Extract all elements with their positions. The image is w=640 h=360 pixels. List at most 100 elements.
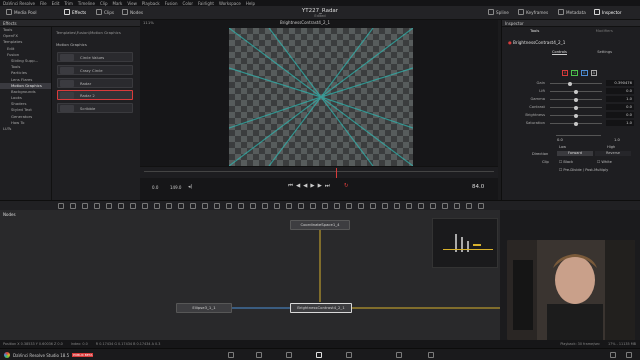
param-value[interactable]: 0.390476 — [606, 80, 634, 86]
template-radar[interactable]: Radar — [57, 78, 133, 88]
direction-forward[interactable]: Forward — [557, 151, 593, 156]
fusion-tool-icon[interactable] — [346, 203, 352, 209]
menu-item[interactable]: Timeline — [78, 1, 95, 6]
menu-item[interactable]: View — [127, 1, 137, 6]
cut-page-icon[interactable] — [256, 352, 262, 358]
fusion-tool-icon[interactable] — [286, 203, 292, 209]
fusion-tool-icon[interactable] — [394, 203, 400, 209]
inspector-button[interactable]: Inspector — [594, 9, 622, 15]
fusion-tool-icon[interactable] — [130, 203, 136, 209]
speaker-icon[interactable]: ◂) — [188, 184, 192, 190]
channel-b[interactable]: B — [581, 70, 588, 76]
node-ellipse[interactable]: Ellipse3_1_1 — [176, 303, 232, 313]
metadata-button[interactable]: Metadata — [558, 9, 586, 15]
template-radar-2[interactable]: Radar 2 — [57, 90, 133, 100]
fairlight-page-icon[interactable] — [396, 352, 402, 358]
node-brightness-contrast[interactable]: BrightnessContrast4_2_1 — [290, 303, 352, 313]
node-navigator[interactable] — [432, 218, 498, 268]
fusion-tool-icon[interactable] — [70, 203, 76, 209]
template-circle-values[interactable]: Circle Values — [57, 52, 133, 62]
fusion-tool-icon[interactable] — [238, 203, 244, 209]
nodes-panel[interactable]: Nodes CoordinateSpace1_4 Ellipse3_1_1 Br… — [0, 210, 500, 340]
fusion-tool-icon[interactable] — [454, 203, 460, 209]
predivide-checkbox[interactable]: ☐ Pre-Divide / Post-Multiply — [559, 168, 608, 172]
fusion-tool-icon[interactable] — [478, 203, 484, 209]
fusion-tool-icon[interactable] — [334, 203, 340, 209]
menu-item[interactable]: Help — [246, 1, 255, 6]
media-pool-button[interactable]: Media Pool — [6, 9, 37, 15]
menu-item[interactable]: Clip — [100, 1, 108, 6]
menu-item[interactable]: Trim — [64, 1, 73, 6]
clip-black-checkbox[interactable]: ☐ Black — [559, 160, 573, 164]
menu-item[interactable]: Fusion — [165, 1, 178, 6]
fusion-tool-icon[interactable] — [418, 203, 424, 209]
fusion-tool-icon[interactable] — [166, 203, 172, 209]
param-slider-knob[interactable] — [574, 97, 578, 102]
zoom-level[interactable]: 111% — [143, 20, 154, 25]
fusion-tool-icon[interactable] — [154, 203, 160, 209]
menu-item[interactable]: Playback — [142, 1, 160, 6]
template-scribble[interactable]: Scribble — [57, 103, 133, 113]
current-frame[interactable]: 84.0 — [472, 184, 484, 190]
viewer-canvas[interactable] — [229, 28, 413, 166]
fusion-tool-icon[interactable] — [370, 203, 376, 209]
keyframes-button[interactable]: Keyframes — [518, 9, 548, 15]
fusion-tool-icon[interactable] — [94, 203, 100, 209]
fusion-tool-icon[interactable] — [298, 203, 304, 209]
tab-modifiers[interactable]: Modifiers — [596, 28, 613, 35]
channel-a[interactable]: A — [590, 70, 597, 76]
menu-item[interactable]: Color — [183, 1, 193, 6]
fusion-tool-icon[interactable] — [118, 203, 124, 209]
fusion-tool-icon[interactable] — [274, 203, 280, 209]
fusion-tool-icon[interactable] — [250, 203, 256, 209]
nodes-button[interactable]: Nodes — [122, 9, 143, 15]
param-value[interactable]: 0.0 — [606, 88, 634, 94]
frame-start[interactable]: 0.0 — [152, 185, 158, 190]
effects-button[interactable]: Effects — [64, 9, 86, 15]
fusion-tool-icon[interactable] — [178, 203, 184, 209]
menu-item[interactable]: Fairlight — [198, 1, 214, 6]
tab-controls[interactable]: Controls — [552, 50, 567, 55]
fusion-tool-icon[interactable] — [406, 203, 412, 209]
tab-settings[interactable]: Settings — [597, 50, 612, 55]
media-page-icon[interactable] — [228, 352, 234, 358]
fusion-tool-icon[interactable] — [310, 203, 316, 209]
clips-button[interactable]: Clips — [96, 9, 114, 15]
direction-reverse[interactable]: Reverse — [595, 151, 631, 156]
color-page-icon[interactable] — [346, 352, 352, 358]
menu-item[interactable]: File — [40, 1, 47, 6]
fusion-tool-icon[interactable] — [358, 203, 364, 209]
playback-controls[interactable]: ⏮◀◀▶▶⏭ — [288, 183, 333, 190]
tree-item[interactable]: LUTs — [0, 126, 51, 132]
channel-r[interactable]: R — [562, 70, 569, 76]
fusion-tool-icon[interactable] — [322, 203, 328, 209]
fusion-tool-icon[interactable] — [466, 203, 472, 209]
fusion-tool-icon[interactable] — [226, 203, 232, 209]
param-slider-knob[interactable] — [574, 89, 578, 94]
node-coordinate-space[interactable]: CoordinateSpace1_4 — [290, 220, 350, 230]
fusion-tool-icon[interactable] — [430, 203, 436, 209]
range-track[interactable] — [556, 135, 601, 136]
param-value[interactable]: 0.0 — [606, 104, 634, 110]
param-slider-knob[interactable] — [568, 81, 573, 86]
deliver-page-icon[interactable] — [428, 352, 434, 358]
fusion-tool-icon[interactable] — [214, 203, 220, 209]
fusion-tool-icon[interactable] — [82, 203, 88, 209]
fusion-page-icon[interactable] — [316, 352, 322, 358]
loop-icon[interactable]: ↻ — [344, 183, 349, 189]
template-crazy-circle[interactable]: Crazy Circle — [57, 65, 133, 75]
home-icon[interactable] — [626, 352, 632, 358]
fusion-tool-icon[interactable] — [382, 203, 388, 209]
menu-item[interactable]: Workspace — [219, 1, 241, 6]
param-slider-knob[interactable] — [574, 121, 578, 126]
fusion-tool-icon[interactable] — [190, 203, 196, 209]
time-ruler[interactable] — [140, 166, 498, 178]
settings-gear-icon[interactable] — [610, 352, 616, 358]
fusion-tool-icon[interactable] — [202, 203, 208, 209]
param-value[interactable]: 1.0 — [606, 120, 634, 126]
param-slider[interactable] — [550, 83, 602, 84]
fusion-tool-icon[interactable] — [262, 203, 268, 209]
spline-button[interactable]: Spline — [488, 9, 509, 15]
frame-end[interactable]: 149.0 — [170, 185, 181, 190]
playhead[interactable] — [336, 168, 337, 178]
